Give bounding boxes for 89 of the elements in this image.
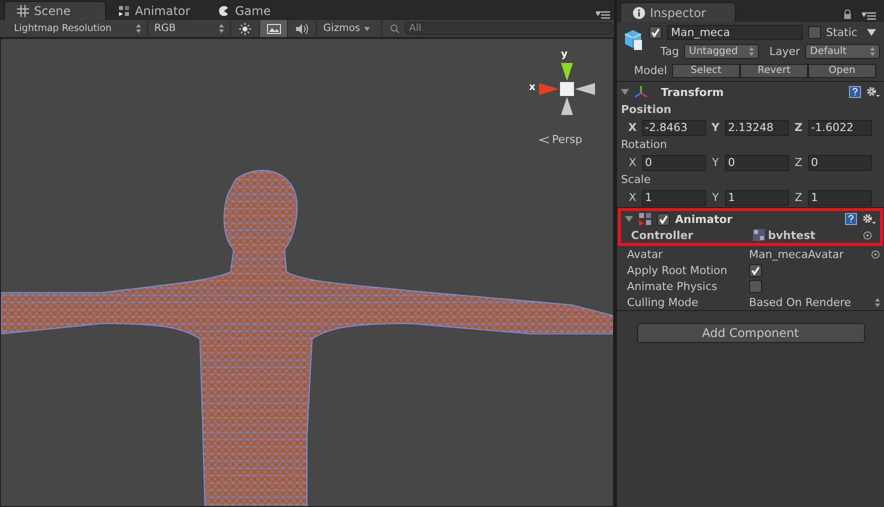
object-field[interactable]: bvhtest	[753, 228, 876, 242]
animator-icon	[753, 229, 765, 241]
checkbox[interactable]	[749, 280, 762, 292]
projection-label[interactable]: Persp	[552, 133, 582, 146]
model-button[interactable]: Select	[672, 64, 740, 78]
axis-label: Y	[711, 156, 720, 169]
inspector-tab[interactable]: Inspector	[620, 2, 736, 22]
menu-icon[interactable]	[862, 12, 876, 20]
number-field[interactable]: 0	[808, 154, 872, 170]
up-down-arrows-icon	[136, 24, 142, 33]
add-component-button[interactable]: Add Component	[636, 323, 864, 343]
property-label: Animate Physics	[627, 280, 718, 292]
static-checkbox[interactable]	[808, 26, 821, 39]
up-down-arrows-icon	[875, 298, 880, 306]
caret-icon	[364, 26, 370, 30]
up-down-arrows-icon	[218, 24, 224, 33]
name-field[interactable]: Man_meca	[667, 25, 803, 40]
number-field[interactable]: 2.13248	[725, 120, 789, 136]
axis-label: Z	[794, 191, 804, 204]
model-label: Model	[632, 64, 667, 77]
info-icon	[633, 6, 645, 18]
gizmos-dropdown[interactable]: Gizmos	[317, 20, 382, 37]
color-mode-dropdown[interactable]: RGB	[148, 20, 231, 37]
culling-dropdown[interactable]: Based On Rendere	[749, 296, 884, 308]
group-label: Position	[621, 102, 672, 118]
checkbox[interactable]	[749, 264, 762, 276]
tag-label: Tag	[659, 45, 679, 58]
sun-icon	[238, 22, 251, 34]
render-mode-dropdown[interactable]: Lightmap Resolution	[8, 20, 148, 37]
number-field[interactable]: 1	[725, 190, 789, 206]
image-icon	[266, 24, 281, 34]
scene-tab[interactable]: Animator	[106, 2, 206, 20]
axis-label: x	[529, 82, 536, 93]
foldout-arrow-icon[interactable]	[621, 88, 629, 96]
toolbar-toggle[interactable]	[260, 20, 288, 37]
property-label: Avatar	[627, 248, 664, 260]
axis-label: X	[628, 156, 638, 169]
active-checkbox[interactable]	[649, 26, 662, 39]
axis-label: X	[627, 121, 638, 134]
help-icon[interactable]	[849, 86, 861, 98]
number-field[interactable]: 1	[808, 190, 872, 206]
axis-label: Y	[710, 121, 720, 134]
up-down-arrows-icon	[749, 47, 754, 56]
search-field[interactable]: All	[404, 22, 614, 35]
foldout-arrow-icon[interactable]	[625, 215, 633, 223]
object-picker-icon[interactable]	[871, 250, 880, 258]
menu-icon[interactable]	[596, 11, 610, 19]
model-button[interactable]: Revert	[740, 64, 808, 78]
group-label: Scale	[621, 172, 652, 188]
pacman-icon	[218, 5, 230, 17]
number-field[interactable]: 1	[642, 190, 706, 206]
lock-icon[interactable]	[843, 9, 852, 19]
number-field[interactable]: 0	[642, 154, 706, 170]
static-label: Static	[826, 26, 858, 39]
enabled-checkbox[interactable]	[657, 212, 670, 226]
caret-icon[interactable]	[867, 29, 876, 36]
axes-icon	[634, 85, 648, 99]
axis-label: y	[561, 49, 568, 60]
number-field[interactable]: 0	[725, 154, 789, 170]
scene-tab[interactable]: Scene	[4, 1, 106, 20]
chevron-icon	[539, 134, 549, 144]
tag-dropdown[interactable]: Untagged	[684, 44, 759, 59]
number-field[interactable]: -1.6022	[808, 120, 872, 136]
axis-label: Y	[711, 191, 720, 204]
group-label: Rotation	[621, 137, 668, 153]
property-label: Apply Root Motion	[627, 264, 728, 276]
up-down-arrows-icon	[870, 47, 875, 56]
animator-icon	[118, 5, 130, 17]
object-field[interactable]: Man_mecaAvatar	[749, 248, 884, 260]
speaker-icon	[295, 22, 310, 34]
layer-label: Layer	[768, 45, 800, 58]
component-title: Transform	[661, 86, 724, 98]
object-picker-icon[interactable]	[863, 230, 872, 240]
property-label: Controller	[631, 228, 694, 242]
gear-icon[interactable]	[862, 213, 876, 225]
grid-icon	[17, 5, 29, 17]
help-icon[interactable]	[845, 213, 857, 225]
gear-icon[interactable]	[866, 86, 880, 98]
search-icon	[390, 24, 402, 34]
axis-label: X	[628, 191, 638, 204]
animator-icon	[638, 212, 652, 226]
model-button[interactable]: Open	[808, 64, 876, 78]
layer-dropdown[interactable]: Default	[805, 44, 880, 59]
property-label: Culling Mode	[627, 296, 700, 308]
axis-label: Z	[794, 121, 804, 134]
axis-label: Z	[794, 156, 804, 169]
number-field[interactable]: -2.8463	[642, 120, 706, 136]
scene-tab[interactable]: Game	[206, 2, 306, 20]
component-title: Animator	[675, 212, 732, 226]
